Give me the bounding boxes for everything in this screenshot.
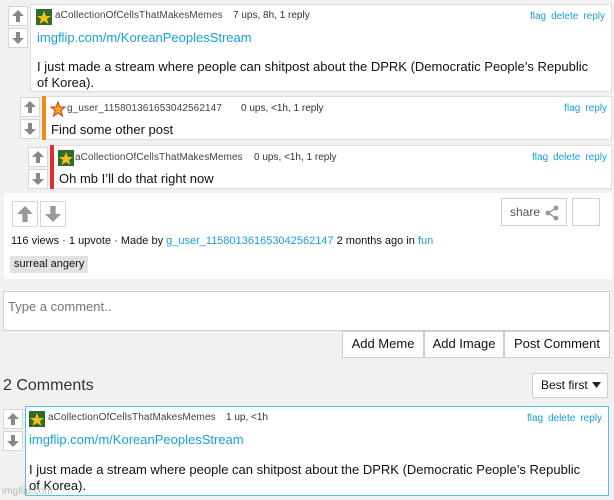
sort-select[interactable]: Best first xyxy=(532,373,608,398)
flag-link[interactable]: flag xyxy=(532,152,548,163)
comment-meta: 7 ups, 8h, 1 reply xyxy=(233,10,310,21)
downvote-button[interactable] xyxy=(3,431,23,451)
reply-comment: aCollectionOfCellsThatMakesMemes 0 ups, … xyxy=(50,145,612,189)
comment-text: Oh mb I’ll do that right now xyxy=(59,171,214,186)
post-time: 2 months ago in xyxy=(336,235,415,247)
comment-input[interactable] xyxy=(3,291,610,331)
upvote-button[interactable] xyxy=(3,409,23,429)
upvote-arrow-icon xyxy=(7,413,19,425)
comments-count: 2 Comments xyxy=(3,377,94,394)
comment-actions: flag delete reply xyxy=(527,152,607,163)
reply-thread-bar xyxy=(50,145,54,189)
stream-link[interactable]: fun xyxy=(418,235,433,247)
upvote-button[interactable] xyxy=(20,97,40,117)
reply-link[interactable]: reply xyxy=(583,11,605,22)
downvote-arrow-icon xyxy=(24,123,36,135)
downvote-button[interactable] xyxy=(8,28,28,48)
views-count: 116 views xyxy=(11,235,60,247)
comment-meta: 0 ups, <1h, 1 reply xyxy=(254,152,337,163)
delete-link[interactable]: delete xyxy=(551,11,578,22)
post-comment-button[interactable]: Post Comment xyxy=(504,331,610,358)
comment-username[interactable]: aCollectionOfCellsThatMakesMemes xyxy=(75,152,243,163)
add-meme-button[interactable]: Add Meme xyxy=(342,331,424,358)
reply-link[interactable]: reply xyxy=(580,413,602,424)
user-avatar-icon xyxy=(29,411,45,427)
comment-link[interactable]: imgflip.com/m/KoreanPeoplesStream xyxy=(37,30,252,45)
more-options-button[interactable] xyxy=(572,198,600,226)
sort-label: Best first xyxy=(541,378,588,392)
watermark: imgflip.com xyxy=(2,486,53,497)
post-downvote-button[interactable] xyxy=(40,201,66,227)
flag-link[interactable]: flag xyxy=(530,11,546,22)
comment-actions: flag delete reply xyxy=(525,11,605,22)
reply-link[interactable]: reply xyxy=(585,103,607,114)
comment-username[interactable]: g_user_115801361653042562147 xyxy=(67,103,222,114)
upvote-button[interactable] xyxy=(8,6,28,26)
share-label: share xyxy=(510,205,541,219)
reply-comment: g_user_115801361653042562147 0 ups, <1h,… xyxy=(42,96,612,140)
downvote-button[interactable] xyxy=(28,169,48,189)
downvote-button[interactable] xyxy=(20,119,40,139)
upvote-arrow-icon xyxy=(17,206,33,222)
reply-link[interactable]: reply xyxy=(585,152,607,163)
upvote-arrow-icon xyxy=(24,101,36,113)
share-icon xyxy=(545,205,559,221)
share-button[interactable]: share xyxy=(501,198,567,226)
flag-link[interactable]: flag xyxy=(527,413,543,424)
delete-link[interactable]: delete xyxy=(553,152,580,163)
tag-chip[interactable]: surreal angery xyxy=(10,256,89,273)
downvote-arrow-icon xyxy=(12,32,24,44)
comment-text: I just made a stream where people can sh… xyxy=(37,59,589,90)
reply-thread-bar xyxy=(42,96,46,140)
comment-text: I just made a stream where people can sh… xyxy=(29,462,581,493)
user-avatar-icon xyxy=(36,9,52,25)
downvote-arrow-icon xyxy=(45,206,61,222)
comment-username[interactable]: aCollectionOfCellsThatMakesMemes xyxy=(55,10,223,21)
downvote-arrow-icon xyxy=(7,435,19,447)
comment-link[interactable]: imgflip.com/m/KoreanPeoplesStream xyxy=(29,432,244,447)
comment-meta: 0 ups, <1h, 1 reply xyxy=(241,103,324,114)
author-link[interactable]: g_user_115801361653042562147 xyxy=(166,235,333,247)
comment: aCollectionOfCellsThatMakesMemes 1 up, <… xyxy=(25,406,609,496)
comment: aCollectionOfCellsThatMakesMemes 7 ups, … xyxy=(30,4,612,92)
flag-link[interactable]: flag xyxy=(564,103,580,114)
upvote-button[interactable] xyxy=(28,147,48,167)
comment-text: Find some other post xyxy=(51,122,174,137)
post-footer: share 116 views · 1 upvote · Made by g_u… xyxy=(4,193,612,279)
upvote-arrow-icon xyxy=(12,10,24,22)
comment-actions: flag delete reply xyxy=(522,413,602,424)
add-image-button[interactable]: Add Image xyxy=(424,331,504,358)
comment-meta: 1 up, <1h xyxy=(226,412,268,423)
downvote-arrow-icon xyxy=(32,173,44,185)
comment-username[interactable]: aCollectionOfCellsThatMakesMemes xyxy=(48,412,216,423)
caret-down-icon xyxy=(592,382,601,388)
delete-link[interactable]: delete xyxy=(548,413,575,424)
user-avatar-icon xyxy=(58,150,74,166)
post-upvote-button[interactable] xyxy=(12,201,38,227)
comment-actions: flag reply xyxy=(559,103,607,114)
upvote-arrow-icon xyxy=(32,151,44,163)
star-icon xyxy=(50,101,66,117)
made-by-label: Made by xyxy=(120,235,164,247)
upvote-count: 1 upvote xyxy=(68,235,112,247)
post-stats: 116 views · 1 upvote · Made by g_user_11… xyxy=(11,235,434,247)
